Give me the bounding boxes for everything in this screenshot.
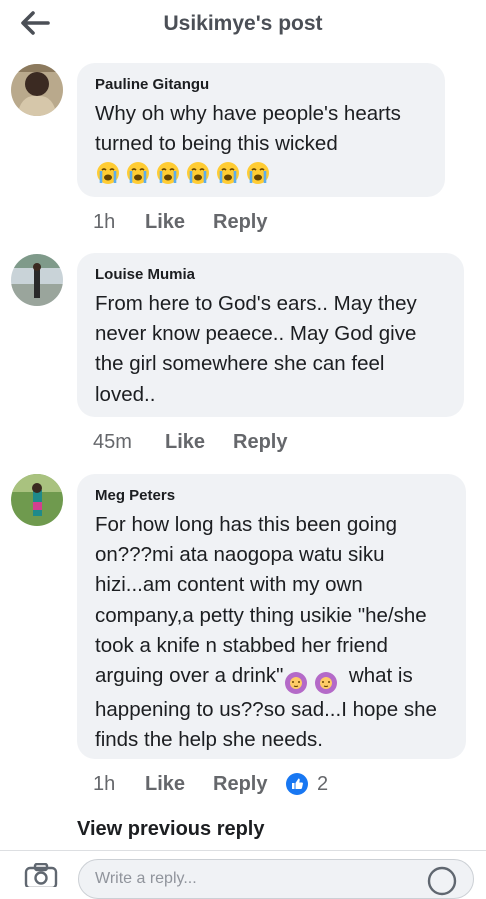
comment-author[interactable]: Meg Peters — [95, 486, 448, 506]
reply-button[interactable]: Reply — [233, 427, 287, 457]
avatar[interactable] — [11, 254, 63, 306]
comment-actions: 1h Like Reply — [93, 207, 393, 237]
reply-composer — [0, 850, 486, 899]
comment-bubble: Pauline Gitangu Why oh why have people's… — [77, 63, 445, 197]
person-gesturing-no-emoji — [285, 671, 308, 694]
top-bar: Usikimye's post — [0, 0, 486, 50]
comment-text: Why oh why have people's hearts turned t… — [95, 102, 401, 156]
reply-button[interactable]: Reply — [213, 207, 267, 237]
like-button[interactable]: Like — [165, 427, 205, 457]
comment-time: 1h — [93, 211, 116, 233]
page-title: Usikimye's post — [163, 12, 323, 35]
emoji-row — [96, 161, 276, 185]
smiley-icon[interactable] — [426, 865, 458, 897]
comment-bubble: Meg Peters For how long has this been go… — [77, 474, 466, 759]
avatar[interactable] — [11, 474, 63, 526]
crying-face-emoji — [187, 162, 209, 185]
view-previous-reply-link[interactable]: View previous reply — [77, 818, 265, 841]
person-gesturing-no-emoji — [315, 671, 338, 694]
crying-face-emoji — [247, 162, 269, 185]
camera-icon[interactable] — [24, 863, 58, 887]
crying-face-emoji — [97, 162, 119, 185]
comment-author[interactable]: Pauline Gitangu — [95, 75, 427, 95]
comment-time: 45m — [93, 431, 132, 453]
like-button[interactable]: Like — [145, 769, 185, 799]
reaction-count: 2 — [317, 773, 329, 795]
comment-actions: 1h Like Reply 2 — [93, 769, 393, 799]
comment-time: 1h — [93, 773, 116, 795]
crying-face-emoji — [127, 162, 149, 185]
reply-input[interactable] — [78, 859, 474, 899]
reply-button[interactable]: Reply — [213, 769, 267, 799]
comment-actions: 45m Like Reply — [93, 427, 393, 457]
avatar[interactable] — [11, 64, 63, 116]
comment-bubble: Louise Mumia From here to God's ears.. M… — [77, 253, 464, 417]
like-button[interactable]: Like — [145, 207, 185, 237]
comment-text: For how long has this been going on???mi… — [95, 513, 427, 688]
crying-face-emoji — [217, 162, 239, 185]
emoji-row — [284, 671, 344, 695]
comment-text: From here to God's ears.. May they never… — [95, 292, 417, 406]
comment-author[interactable]: Louise Mumia — [95, 265, 446, 285]
thumbs-up-icon[interactable] — [286, 773, 308, 795]
crying-face-emoji — [157, 162, 179, 185]
